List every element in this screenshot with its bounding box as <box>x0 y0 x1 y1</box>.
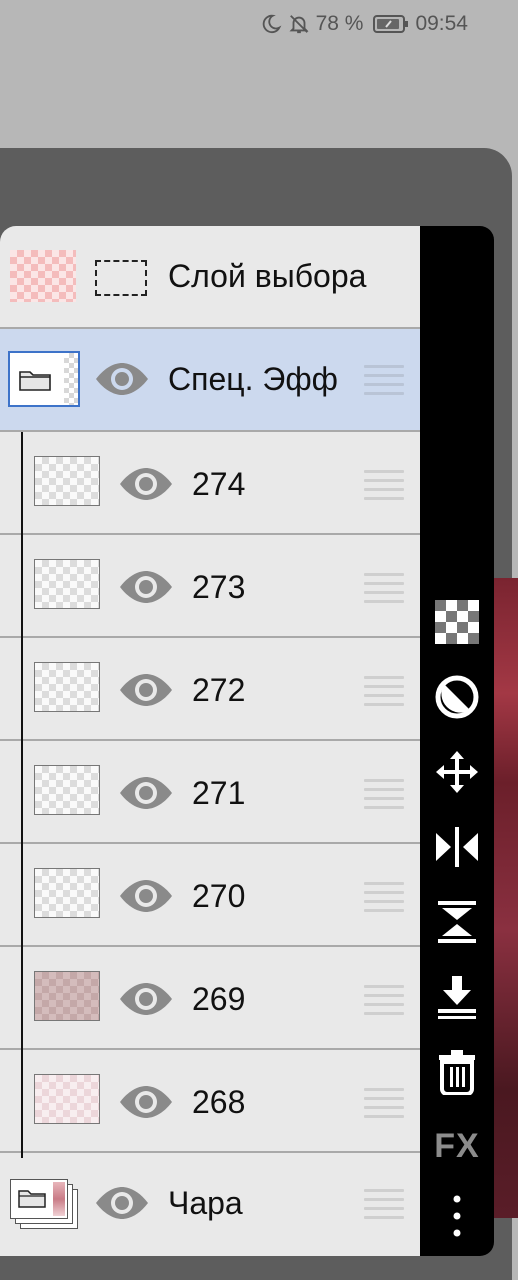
flip-horizontal-button[interactable] <box>420 819 494 875</box>
visibility-eye-icon[interactable] <box>118 672 174 708</box>
layer-name: Спец. Эфф <box>168 361 338 397</box>
layer-thumbnail <box>34 559 100 609</box>
drag-handle[interactable] <box>364 779 404 809</box>
move-button[interactable] <box>420 744 494 800</box>
flip-vertical-icon <box>438 901 476 943</box>
layer-toolbar: FX <box>420 226 494 1256</box>
drag-handle[interactable] <box>364 882 404 912</box>
layer-name: 272 <box>192 672 246 708</box>
merge-down-icon <box>438 976 476 1019</box>
layer-name: Чара <box>168 1185 243 1221</box>
moon-icon <box>260 13 282 35</box>
visibility-eye-icon[interactable] <box>118 775 174 811</box>
layer-thumbnail <box>34 662 100 712</box>
battery-percent: 78 % <box>315 12 364 35</box>
layer-name: 270 <box>192 878 246 914</box>
layer-row[interactable]: 269 <box>0 947 420 1050</box>
fx-button[interactable]: FX <box>420 1118 494 1174</box>
drag-handle[interactable] <box>364 985 404 1015</box>
drag-handle[interactable] <box>364 573 404 603</box>
drag-handle[interactable] <box>364 1189 404 1219</box>
drag-handle[interactable] <box>364 365 404 395</box>
layer-thumbnail <box>34 971 100 1021</box>
layer-thumbnail <box>34 868 100 918</box>
bottom-strip <box>0 1256 494 1280</box>
drag-handle[interactable] <box>364 470 404 500</box>
visibility-eye-icon[interactable] <box>94 1185 150 1221</box>
folder-tree-line <box>21 432 23 1158</box>
layer-row-folder-selected[interactable]: Спец. Эфф <box>0 329 420 432</box>
layer-name: 273 <box>192 569 246 605</box>
folder-thumbnail <box>8 351 80 407</box>
clock: 09:54 <box>415 12 468 35</box>
drag-handle[interactable] <box>364 676 404 706</box>
layer-name: 269 <box>192 981 246 1017</box>
move-icon <box>436 751 478 793</box>
layer-thumbnail <box>34 765 100 815</box>
fx-icon: FX <box>434 1126 480 1165</box>
visibility-eye-icon[interactable] <box>118 1084 174 1120</box>
layer-row-selection[interactable]: Слой выбора <box>0 226 420 329</box>
drag-handle[interactable] <box>364 1088 404 1118</box>
trash-icon <box>439 1050 475 1095</box>
visibility-eye-icon[interactable] <box>118 981 174 1017</box>
flip-vertical-button[interactable] <box>420 894 494 950</box>
transparency-lock-button[interactable] <box>420 594 494 650</box>
layer-thumbnail <box>34 456 100 506</box>
flip-horizontal-icon <box>436 827 478 867</box>
folder-stack-thumbnail <box>10 1179 80 1231</box>
clipping-button[interactable] <box>420 669 494 725</box>
layer-row[interactable]: 273 <box>0 535 420 638</box>
clipping-icon <box>435 675 479 719</box>
selection-marquee-icon <box>95 260 147 296</box>
delete-layer-button[interactable] <box>420 1044 494 1100</box>
layer-name: 271 <box>192 775 246 811</box>
layers-panel: Слой выбора Спец. Эфф 274 273 272 271 27… <box>0 226 420 1256</box>
layer-row[interactable]: 271 <box>0 741 420 844</box>
visibility-eye-icon[interactable] <box>118 569 174 605</box>
layer-name: Слой выбора <box>168 258 367 294</box>
visibility-eye-icon[interactable] <box>94 361 150 397</box>
visibility-eye-icon[interactable] <box>118 466 174 502</box>
status-bar: 78 % 09:54 <box>0 0 518 48</box>
visibility-eye-icon[interactable] <box>118 878 174 914</box>
layer-row[interactable]: 272 <box>0 638 420 741</box>
folder-icon <box>18 1190 46 1208</box>
layer-row[interactable]: 268 <box>0 1050 420 1153</box>
layer-row-folder[interactable]: Чара <box>0 1153 420 1256</box>
layer-name: 268 <box>192 1084 246 1120</box>
more-options-button[interactable] <box>420 1188 494 1244</box>
layer-thumbnail <box>34 1074 100 1124</box>
more-vertical-icon <box>453 1195 461 1237</box>
transparency-lock-icon <box>435 600 479 644</box>
bell-off-icon <box>288 13 310 35</box>
merge-down-button[interactable] <box>420 969 494 1025</box>
layer-thumbnail <box>10 250 76 302</box>
battery-icon <box>373 14 409 34</box>
layer-name: 274 <box>192 466 246 502</box>
layer-row[interactable]: 274 <box>0 432 420 535</box>
canvas-preview <box>494 578 518 1218</box>
folder-icon <box>19 371 51 391</box>
layer-row[interactable]: 270 <box>0 844 420 947</box>
